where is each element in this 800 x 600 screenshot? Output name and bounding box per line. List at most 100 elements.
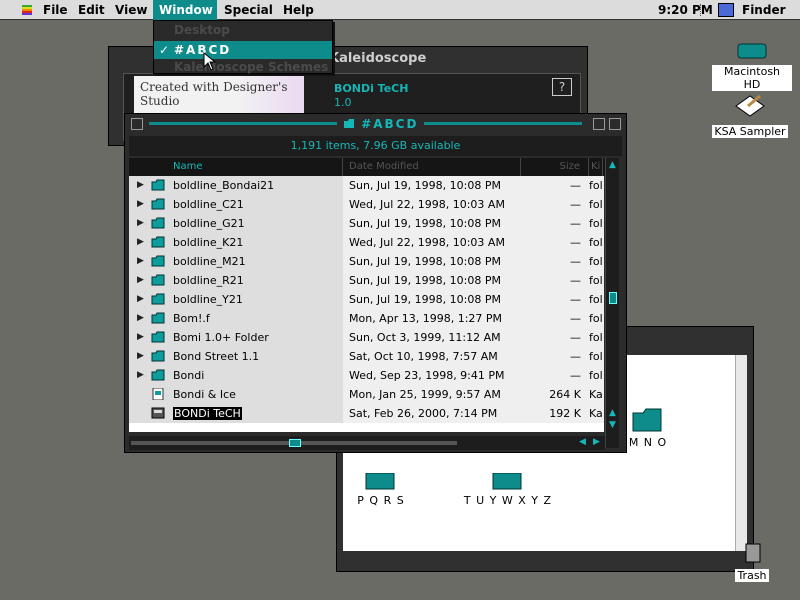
disclosure-triangle-icon[interactable]: ▶ bbox=[137, 328, 144, 347]
file-list: ▶ boldline_Bondai21 Sun, Jul 19, 1998, 10:… bbox=[129, 176, 604, 432]
menu-item-desktop[interactable]: Desktop bbox=[154, 21, 332, 39]
apple-menu-icon[interactable] bbox=[14, 3, 32, 17]
disclosure-triangle-icon[interactable]: ▶ bbox=[137, 366, 144, 385]
cell-name: ▶ boldline_Y21 bbox=[129, 290, 343, 309]
zoom-box-icon[interactable] bbox=[593, 118, 605, 130]
menu-edit[interactable]: Edit bbox=[72, 0, 111, 20]
table-row[interactable]: ▶ boldline_C21 Wed, Jul 22, 1998, 10:03 AM… bbox=[129, 195, 604, 214]
folder-icon bbox=[151, 293, 165, 305]
cell-kind: fol bbox=[589, 214, 604, 233]
table-row[interactable]: ▶ boldline_G21 Sun, Jul 19, 1998, 10:08 PM… bbox=[129, 214, 604, 233]
desktop-icon-macintosh-hd[interactable]: Macintosh HD bbox=[712, 40, 792, 91]
table-row[interactable]: ▶ boldline_Y21 Sun, Jul 19, 1998, 10:08 PM… bbox=[129, 290, 604, 309]
cell-size: — bbox=[521, 290, 589, 309]
cell-size: — bbox=[521, 347, 589, 366]
col-header-date[interactable]: Date Modified bbox=[343, 158, 521, 176]
disclosure-triangle-icon[interactable]: ▶ bbox=[137, 195, 144, 214]
scroll-thumb[interactable] bbox=[609, 292, 617, 304]
scroll-right-arrow-icon[interactable]: ▶ bbox=[593, 437, 600, 447]
h-scroll-thumb[interactable] bbox=[289, 439, 301, 447]
disclosure-triangle-icon[interactable]: ▶ bbox=[137, 309, 144, 328]
cell-name: BONDi TeCH bbox=[129, 404, 343, 423]
file-name[interactable]: boldline_Y21 bbox=[173, 293, 243, 306]
hard-disk-icon bbox=[737, 43, 767, 59]
file-name[interactable]: boldline_K21 bbox=[173, 236, 243, 249]
scroll-down-arrow-icon[interactable]: ▼ bbox=[609, 420, 616, 430]
table-row[interactable]: BONDi TeCH Sat, Feb 26, 2000, 7:14 PM 192 … bbox=[129, 404, 604, 423]
disclosure-triangle-icon[interactable]: ▶ bbox=[137, 290, 144, 309]
file-name[interactable]: Bomi 1.0+ Folder bbox=[173, 331, 269, 344]
cell-kind: fol bbox=[589, 366, 604, 385]
cell-date: Wed, Jul 22, 1998, 10:03 AM bbox=[343, 233, 521, 252]
cell-name: ▶ Bond Street 1.1 bbox=[129, 347, 343, 366]
folder-icon bbox=[151, 255, 165, 267]
file-name[interactable]: BONDi TeCH bbox=[173, 407, 242, 420]
window-title-text: #ABCD bbox=[361, 117, 419, 131]
cell-size: — bbox=[521, 176, 589, 195]
close-box-icon[interactable] bbox=[131, 118, 143, 130]
col-header-kind[interactable]: Ki bbox=[589, 158, 603, 176]
file-name[interactable]: Bondi bbox=[173, 369, 204, 382]
scroll-left-arrow-icon[interactable]: ◀ bbox=[579, 437, 586, 447]
cell-name: ▶ Bomi 1.0+ Folder bbox=[129, 328, 343, 347]
cell-name: ▶ Bondi bbox=[129, 366, 343, 385]
table-row[interactable]: ▶ boldline_M21 Sun, Jul 19, 1998, 10:08 PM… bbox=[129, 252, 604, 271]
cell-date: Mon, Jan 25, 1999, 9:57 AM bbox=[343, 385, 521, 404]
help-button[interactable]: ? bbox=[552, 78, 572, 96]
table-row[interactable]: ▶ boldline_Bondai21 Sun, Jul 19, 1998, 10:… bbox=[129, 176, 604, 195]
disclosure-triangle-icon[interactable]: ▶ bbox=[137, 271, 144, 290]
file-name[interactable]: Bond Street 1.1 bbox=[173, 350, 259, 363]
table-row[interactable]: ▶ Bondi Wed, Sep 23, 1998, 9:41 PM — fol bbox=[129, 366, 604, 385]
cell-size: — bbox=[521, 366, 589, 385]
back-scrollbar[interactable] bbox=[735, 355, 747, 551]
menu-item-label: Kaleidoscope Schemes bbox=[174, 60, 329, 74]
file-name[interactable]: boldline_G21 bbox=[173, 217, 245, 230]
table-row[interactable]: ▶ boldline_K21 Wed, Jul 22, 1998, 10:03 AM… bbox=[129, 233, 604, 252]
col-header-size[interactable]: Size bbox=[521, 158, 589, 176]
menu-item-kaleidoscope-schemes[interactable]: Kaleidoscope Schemes bbox=[154, 58, 332, 76]
cell-size: — bbox=[521, 271, 589, 290]
file-name[interactable]: boldline_R21 bbox=[173, 274, 244, 287]
table-row[interactable]: ▶ boldline_R21 Sun, Jul 19, 1998, 10:08 PM… bbox=[129, 271, 604, 290]
file-name[interactable]: boldline_Bondai21 bbox=[173, 179, 274, 192]
horizontal-scrollbar[interactable]: ◀ ▶ bbox=[129, 436, 605, 450]
title-bar[interactable]: #ABCD bbox=[125, 114, 626, 134]
desktop-icon-ksa-sampler[interactable]: KSA Sampler bbox=[710, 92, 790, 138]
desktop-icon-trash[interactable]: Trash bbox=[712, 542, 792, 582]
disclosure-triangle-icon[interactable]: ▶ bbox=[137, 176, 144, 195]
folder-tuywxyz[interactable]: T U Y W X Y Z bbox=[463, 472, 553, 507]
table-row[interactable]: ▶ Bomi 1.0+ Folder Sun, Oct 3, 1999, 11:12… bbox=[129, 328, 604, 347]
cell-date: Mon, Apr 13, 1998, 1:27 PM bbox=[343, 309, 521, 328]
cell-size: — bbox=[521, 214, 589, 233]
folder-pqrs[interactable]: P Q R S bbox=[349, 472, 413, 507]
scroll-up-arrow-icon[interactable]: ▲ bbox=[609, 408, 616, 418]
finder-icon[interactable] bbox=[718, 3, 734, 17]
cell-kind: fol bbox=[589, 252, 604, 271]
disclosure-triangle-icon[interactable]: ▶ bbox=[137, 233, 144, 252]
table-row[interactable]: ▶ Bom!.f Mon, Apr 13, 1998, 1:27 PM — fol bbox=[129, 309, 604, 328]
menu-help[interactable]: Help bbox=[277, 0, 320, 20]
menu-special[interactable]: Special bbox=[218, 0, 279, 20]
items-info: 1,191 items, 7.96 GB available bbox=[129, 136, 622, 156]
file-name[interactable]: Bom!.f bbox=[173, 312, 210, 325]
disclosure-triangle-icon[interactable]: ▶ bbox=[137, 347, 144, 366]
col-header-name[interactable]: Name bbox=[129, 158, 343, 176]
disclosure-triangle-icon[interactable]: ▶ bbox=[137, 252, 144, 271]
table-row[interactable]: ▶ Bond Street 1.1 Sat, Oct 10, 1998, 7:57 … bbox=[129, 347, 604, 366]
app-menu-label[interactable]: Finder bbox=[736, 0, 792, 20]
menu-item-abcd[interactable]: ✓ #ABCD bbox=[154, 41, 332, 59]
sort-direction-icon[interactable]: ▲ bbox=[609, 160, 616, 170]
vertical-scrollbar[interactable]: ▲ ▲ ▼ bbox=[605, 158, 619, 448]
cell-kind: fol bbox=[589, 290, 604, 309]
product-version: 1.0 bbox=[334, 96, 352, 109]
menu-file[interactable]: File bbox=[37, 0, 74, 20]
file-name[interactable]: Bondi & Ice bbox=[173, 388, 236, 401]
menu-view[interactable]: View bbox=[109, 0, 153, 20]
file-name[interactable]: boldline_M21 bbox=[173, 255, 246, 268]
menu-window[interactable]: Window bbox=[153, 0, 217, 20]
table-row[interactable]: Bondi & Ice Mon, Jan 25, 1999, 9:57 AM 264… bbox=[129, 385, 604, 404]
disclosure-triangle-icon[interactable]: ▶ bbox=[137, 214, 144, 233]
collapse-box-icon[interactable] bbox=[609, 118, 621, 130]
finder-window-abcd[interactable]: #ABCD 1,191 items, 7.96 GB available Nam… bbox=[124, 113, 627, 453]
file-name[interactable]: boldline_C21 bbox=[173, 198, 244, 211]
